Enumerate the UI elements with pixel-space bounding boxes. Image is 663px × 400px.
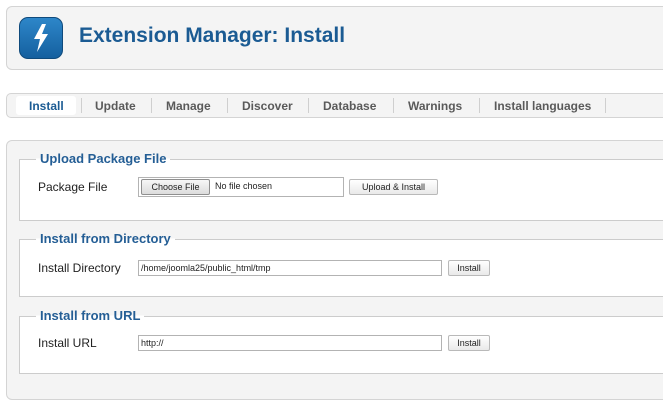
package-file-input[interactable]: Choose File No file chosen (138, 177, 344, 197)
page-title: Extension Manager: Install (79, 24, 346, 47)
tab-install[interactable]: Install (29, 99, 64, 113)
install-url-legend: Install from URL (36, 308, 145, 323)
install-directory-button[interactable]: Install (448, 260, 490, 276)
install-directory-label: Install Directory (38, 261, 121, 275)
tab-divider (227, 98, 228, 113)
upload-package-legend: Upload Package File (36, 151, 171, 166)
tab-divider (308, 98, 309, 113)
lightning-bolt-icon (19, 17, 63, 59)
tab-warnings[interactable]: Warnings (408, 99, 462, 113)
tab-divider (81, 98, 82, 113)
install-url-input[interactable]: http:// (138, 335, 442, 351)
tab-divider (151, 98, 152, 113)
package-file-label: Package File (38, 180, 108, 194)
tab-discover[interactable]: Discover (242, 99, 293, 113)
upload-package-fieldset: Upload Package File Package File Choose … (19, 151, 663, 221)
submenu-tabs: Install Update Manage Discover Database … (6, 93, 663, 118)
file-status-text: No file chosen (215, 181, 273, 191)
tab-update[interactable]: Update (95, 99, 136, 113)
install-url-label: Install URL (38, 336, 97, 350)
install-url-fieldset: Install from URL Install URL http:// Ins… (19, 308, 663, 374)
choose-file-button[interactable]: Choose File (141, 179, 210, 195)
install-panel: Upload Package File Package File Choose … (6, 140, 663, 400)
tab-divider (479, 98, 480, 113)
install-url-button[interactable]: Install (448, 335, 490, 351)
tab-database[interactable]: Database (323, 99, 376, 113)
tab-divider (605, 98, 606, 113)
tab-divider (393, 98, 394, 113)
tab-install-languages[interactable]: Install languages (494, 99, 591, 113)
install-directory-input[interactable]: /home/joomla25/public_html/tmp (138, 260, 442, 276)
tab-manage[interactable]: Manage (166, 99, 211, 113)
page-header: Extension Manager: Install (6, 6, 663, 70)
install-directory-legend: Install from Directory (36, 231, 175, 246)
upload-install-button[interactable]: Upload & Install (349, 179, 438, 195)
install-directory-fieldset: Install from Directory Install Directory… (19, 231, 663, 297)
